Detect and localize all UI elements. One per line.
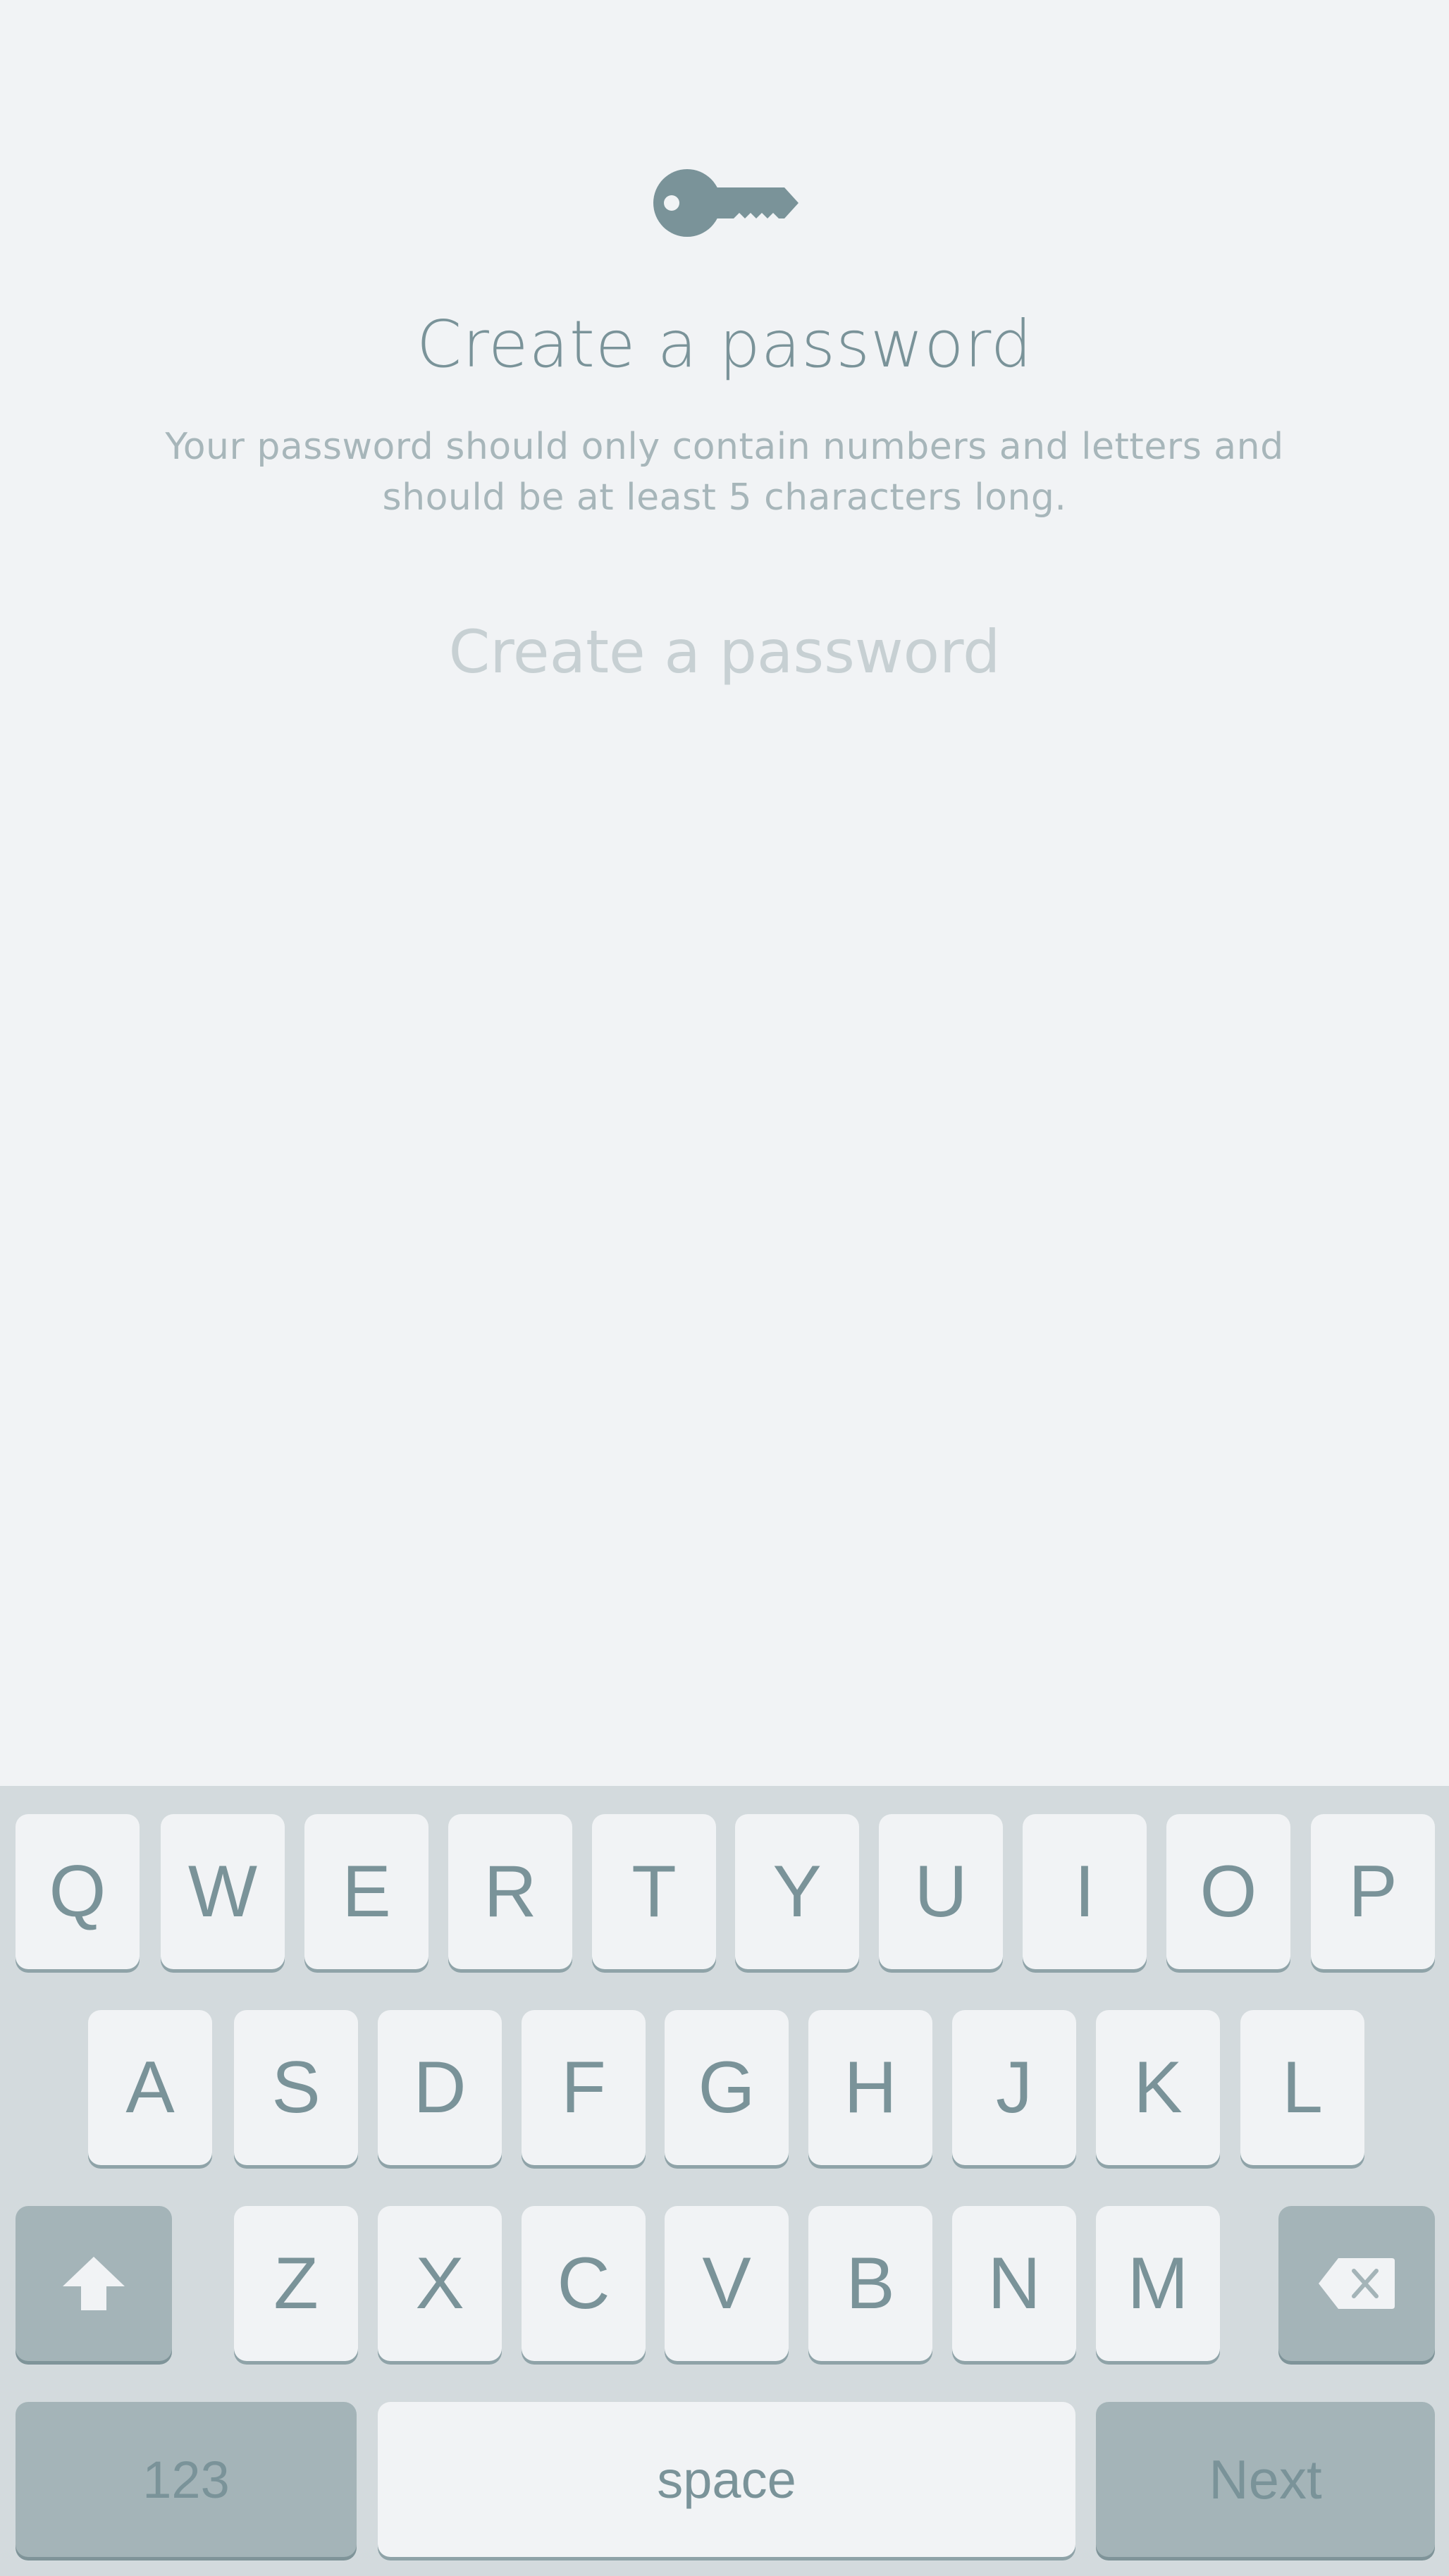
key-f[interactable]: F	[522, 2010, 646, 2165]
key-a[interactable]: A	[88, 2010, 212, 2165]
key-q[interactable]: Q	[16, 1814, 140, 1969]
password-rules-text: Your password should only contain number…	[165, 426, 1284, 519]
key-w[interactable]: W	[161, 1814, 285, 1969]
key-l[interactable]: L	[1240, 2010, 1364, 2165]
create-password-screen: Create a password Your password should o…	[0, 0, 1449, 2576]
backspace-icon	[1319, 2258, 1395, 2309]
key-z[interactable]: Z	[234, 2206, 358, 2361]
on-screen-keyboard: Q W E R T Y U I O P A S D F G H J K L Z …	[0, 1786, 1449, 2576]
key-n[interactable]: N	[952, 2206, 1076, 2361]
backspace-key[interactable]	[1278, 2206, 1435, 2361]
next-key[interactable]: Next	[1096, 2402, 1435, 2557]
numbers-key[interactable]: 123	[16, 2402, 357, 2557]
key-d[interactable]: D	[378, 2010, 502, 2165]
key-x[interactable]: X	[378, 2206, 502, 2361]
key-e[interactable]: E	[304, 1814, 428, 1969]
key-t[interactable]: T	[592, 1814, 716, 1969]
key-y[interactable]: Y	[735, 1814, 859, 1969]
key-c[interactable]: C	[522, 2206, 646, 2361]
page-title: Create a password	[416, 307, 1033, 382]
key-k[interactable]: K	[1096, 2010, 1220, 2165]
key-j[interactable]: J	[952, 2010, 1076, 2165]
shift-key[interactable]	[16, 2206, 172, 2361]
shift-arrow-icon	[63, 2257, 125, 2310]
key-v[interactable]: V	[665, 2206, 789, 2361]
key-icon	[653, 169, 799, 237]
key-u[interactable]: U	[879, 1814, 1003, 1969]
key-m[interactable]: M	[1096, 2206, 1220, 2361]
key-o[interactable]: O	[1166, 1814, 1290, 1969]
key-s[interactable]: S	[234, 2010, 358, 2165]
key-g[interactable]: G	[665, 2010, 789, 2165]
key-b[interactable]: B	[808, 2206, 932, 2361]
password-input[interactable]	[302, 606, 1147, 698]
key-h[interactable]: H	[808, 2010, 932, 2165]
key-r[interactable]: R	[448, 1814, 572, 1969]
key-p[interactable]: P	[1311, 1814, 1435, 1969]
space-key[interactable]: space	[378, 2402, 1075, 2557]
key-i[interactable]: I	[1023, 1814, 1147, 1969]
